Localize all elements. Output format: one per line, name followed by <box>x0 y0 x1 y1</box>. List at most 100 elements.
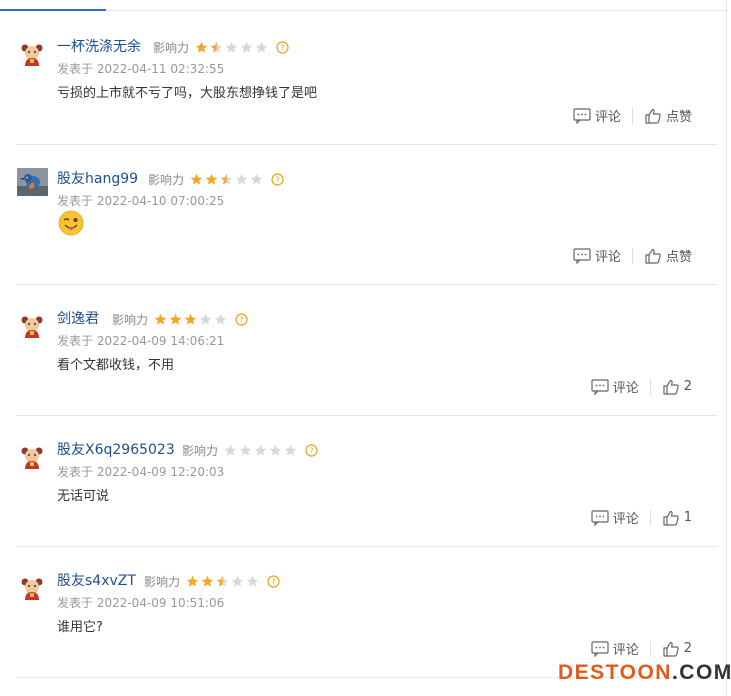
reply-button[interactable]: 评论 <box>591 639 639 658</box>
influence-rating: 影响力 ? <box>144 573 280 590</box>
comment-actions: 评论 点赞 <box>573 106 692 125</box>
watermark-tld: .COM <box>671 661 731 684</box>
username-link[interactable]: 股友hang99 <box>57 168 138 188</box>
star-icon <box>255 41 268 53</box>
like-count: 点赞 <box>665 250 692 265</box>
comment-actions: 评论 1 <box>591 508 692 527</box>
comment-actions: 评论 2 <box>591 639 692 658</box>
thumbs-up-icon <box>645 248 661 264</box>
star-icon <box>169 313 182 325</box>
username-link[interactable]: 股友X6q2965023 <box>57 439 175 459</box>
help-icon[interactable]: ? <box>276 41 289 54</box>
help-icon[interactable]: ? <box>267 575 280 588</box>
divider <box>649 378 651 395</box>
tab-bar <box>0 0 726 11</box>
like-button[interactable]: 1 <box>662 510 692 526</box>
avatar-icon[interactable] <box>20 445 44 469</box>
influence-label: 影响力 <box>153 41 190 55</box>
svg-text:?: ? <box>271 578 275 587</box>
comment-icon <box>573 107 591 124</box>
influence-label: 影响力 <box>144 575 181 589</box>
watermark-brand: DESTOON <box>558 661 672 684</box>
reply-label: 评论 <box>612 512 639 527</box>
wink-tongue-emoji <box>58 210 84 236</box>
post-time: 发表于 2022-04-11 02:32:55 <box>57 62 225 76</box>
post-time: 发表于 2022-04-09 12:20:03 <box>57 465 225 479</box>
comment-actions: 评论 2 <box>591 377 692 396</box>
star-icon <box>190 173 203 185</box>
username-link[interactable]: 剑逸君 <box>57 308 99 328</box>
star-rating <box>154 313 227 326</box>
star-rating <box>186 575 259 588</box>
help-icon[interactable]: ? <box>271 173 284 186</box>
like-button[interactable]: 点赞 <box>644 106 692 125</box>
reply-button[interactable]: 评论 <box>591 508 639 527</box>
comment-item: 股友hang99 影响力 ? 发表于 2022-04-10 07:00:25 评… <box>16 144 718 285</box>
like-button[interactable]: 2 <box>662 379 692 395</box>
like-button[interactable]: 2 <box>662 641 692 657</box>
comment-text: 亏损的上市就不亏了吗，大股东想挣钱了是吧 <box>57 86 318 101</box>
influence-rating: 影响力 ? <box>153 39 289 56</box>
star-icon <box>214 313 227 325</box>
reply-label: 评论 <box>612 381 639 396</box>
reply-button[interactable]: 评论 <box>573 246 621 265</box>
star-icon <box>184 313 197 325</box>
svg-text:?: ? <box>309 447 313 456</box>
comment-item: 剑逸君 影响力 ? 发表于 2022-04-09 14:06:21 看个文都收钱… <box>16 284 718 416</box>
avatar-icon[interactable] <box>20 576 44 600</box>
thumbs-up-icon <box>663 379 679 395</box>
influence-label: 影响力 <box>112 313 149 327</box>
comment-icon <box>591 378 609 395</box>
avatar-bird-photo[interactable] <box>17 168 48 196</box>
divider <box>631 107 633 124</box>
star-icon <box>269 444 282 456</box>
reply-label: 评论 <box>594 250 621 265</box>
thumbs-up-icon <box>645 108 661 124</box>
avatar-icon[interactable] <box>20 314 44 338</box>
star-icon <box>186 575 199 587</box>
avatar-icon[interactable] <box>20 42 44 66</box>
active-tab-indicator <box>0 9 106 11</box>
star-icon <box>239 444 252 456</box>
comment-icon <box>591 509 609 526</box>
help-icon[interactable]: ? <box>235 313 248 326</box>
divider <box>649 509 651 526</box>
reply-label: 评论 <box>612 643 639 658</box>
thumbs-up-icon <box>663 510 679 526</box>
divider <box>649 640 651 657</box>
comment-item: 股友s4xvZT 影响力 ? 发表于 2022-04-09 10:51:06 谁… <box>16 546 718 678</box>
thumbs-up-icon <box>663 641 679 657</box>
comment-text: 谁用它? <box>57 620 103 635</box>
star-icon <box>235 173 248 185</box>
post-time: 发表于 2022-04-09 14:06:21 <box>57 334 225 348</box>
post-time: 发表于 2022-04-10 07:00:25 <box>57 194 225 208</box>
svg-text:?: ? <box>275 176 279 185</box>
reply-button[interactable]: 评论 <box>573 106 621 125</box>
star-icon <box>225 41 238 53</box>
star-icon <box>195 41 208 53</box>
star-icon <box>254 444 267 456</box>
star-icon <box>199 313 212 325</box>
comment-icon <box>573 247 591 264</box>
influence-label: 影响力 <box>148 173 185 187</box>
influence-label: 影响力 <box>182 444 219 458</box>
star-icon <box>246 575 259 587</box>
username-link[interactable]: 股友s4xvZT <box>57 570 136 590</box>
star-icon <box>210 41 223 53</box>
like-button[interactable]: 点赞 <box>644 246 692 265</box>
like-count: 2 <box>683 379 692 394</box>
star-icon <box>205 173 218 185</box>
star-icon <box>224 444 237 456</box>
star-icon <box>220 173 233 185</box>
star-rating <box>224 444 297 457</box>
comment-icon <box>591 640 609 657</box>
help-icon[interactable]: ? <box>305 444 318 457</box>
star-icon <box>201 575 214 587</box>
username-link[interactable]: 一杯洗涤无余 <box>57 36 141 56</box>
comment-item: 股友X6q2965023 影响力 ? 发表于 2022-04-09 12:20:… <box>16 415 718 547</box>
star-icon <box>250 173 263 185</box>
star-icon <box>231 575 244 587</box>
watermark: DESTOON.COM <box>558 661 731 685</box>
divider <box>631 247 633 264</box>
reply-button[interactable]: 评论 <box>591 377 639 396</box>
